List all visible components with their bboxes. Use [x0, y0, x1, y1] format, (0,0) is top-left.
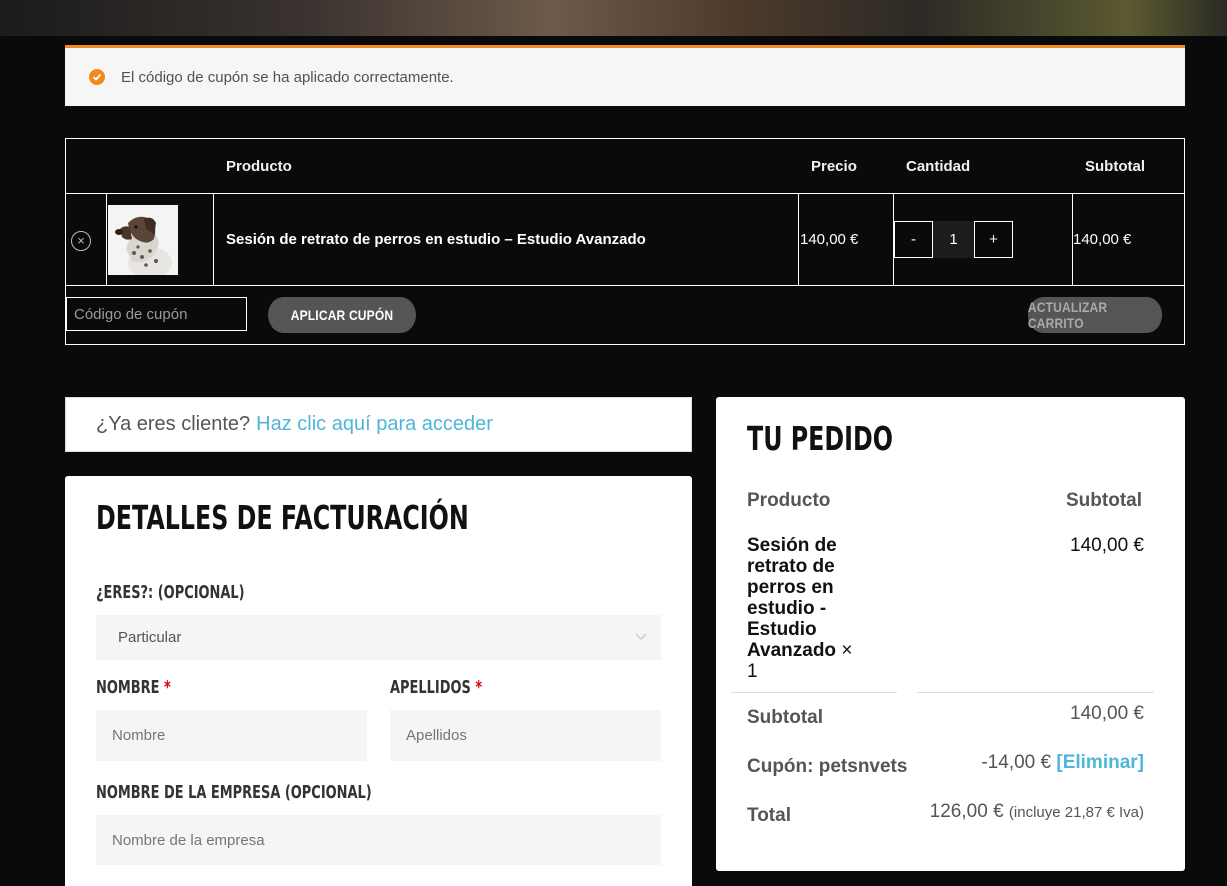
first-name-label-text: NOMBRE: [96, 677, 160, 698]
returning-customer-notice: ¿Ya eres cliente? Haz clic aquí para acc…: [65, 397, 692, 452]
company-label: NOMBRE DE LA EMPRESA (OPCIONAL): [96, 782, 372, 803]
customer-type-select[interactable]: Particular: [96, 615, 661, 660]
header-quantity: Cantidad: [906, 158, 971, 175]
divider: [917, 692, 1154, 693]
order-subtotal-label: Subtotal: [747, 707, 823, 728]
success-notice: El código de cupón se ha aplicado correc…: [65, 45, 1185, 106]
billing-title: DETALLES DE FACTURACIÓN: [96, 498, 469, 537]
cell-divider: [213, 194, 214, 285]
order-review-panel: TU PEDIDO Producto Subtotal Sesión de re…: [716, 397, 1185, 871]
hero-banner-strip: [0, 0, 1227, 36]
cart-table: Producto Precio Cantidad Subtotal × Sesi…: [65, 138, 1185, 345]
order-total-label: Total: [747, 805, 791, 826]
cart-item-row: × Sesión de retrato de perros en estudio…: [66, 194, 1184, 286]
order-subtotal-value: 140,00 €: [1070, 703, 1144, 724]
quantity-input[interactable]: 1: [933, 221, 974, 258]
order-col-subtotal: Subtotal: [1066, 490, 1142, 511]
order-col-product: Producto: [747, 490, 831, 511]
check-circle-icon: [89, 69, 105, 85]
quantity-stepper: - 1 +: [894, 221, 1013, 258]
total-amount: 126,00 €: [929, 801, 1004, 822]
order-title: TU PEDIDO: [747, 419, 893, 458]
customer-type-value: Particular: [118, 629, 182, 646]
cell-divider: [798, 194, 799, 285]
first-name-label: NOMBRE *: [96, 677, 171, 698]
required-mark: *: [475, 677, 483, 698]
remove-coupon-link[interactable]: [Eliminar]: [1056, 752, 1144, 773]
order-item-title: Sesión de retrato de perros en estudio -…: [747, 535, 837, 661]
tax-note: (incluye 21,87 € Iva): [1008, 804, 1144, 821]
billing-details-panel: DETALLES DE FACTURACIÓN ¿ERES?: (OPCIONA…: [65, 476, 692, 886]
order-total-value: 126,00 € (incluye 21,87 € Iva): [930, 801, 1144, 823]
notice-message: El código de cupón se ha aplicado correc…: [121, 68, 454, 86]
product-subtotal: 140,00 €: [1073, 231, 1132, 248]
last-name-label-text: APELLIDOS: [390, 677, 471, 698]
login-link[interactable]: Haz clic aquí para acceder: [256, 413, 493, 436]
required-mark: *: [163, 677, 171, 698]
header-subtotal: Subtotal: [1085, 158, 1145, 175]
quantity-increase-button[interactable]: +: [974, 221, 1013, 258]
coupon-discount: -14,00 €: [981, 752, 1052, 773]
first-name-field[interactable]: [96, 710, 367, 761]
order-item-name: Sesión de retrato de perros en estudio -…: [747, 535, 867, 682]
header-product: Producto: [226, 158, 292, 175]
product-price: 140,00 €: [800, 231, 859, 248]
login-prompt: ¿Ya eres cliente?: [96, 413, 251, 435]
cell-divider: [106, 194, 107, 285]
product-name-link[interactable]: Sesión de retrato de perros en estudio –…: [226, 231, 646, 248]
company-field[interactable]: [96, 815, 661, 865]
last-name-field[interactable]: [390, 710, 661, 761]
order-item-price: 140,00 €: [1070, 535, 1144, 556]
chevron-down-icon: [635, 629, 647, 644]
order-coupon-value: -14,00 € [Eliminar]: [981, 752, 1144, 774]
coupon-code-input[interactable]: [66, 297, 247, 331]
cart-table-header: Producto Precio Cantidad Subtotal: [66, 139, 1184, 194]
customer-type-label: ¿ERES?: (OPCIONAL): [96, 582, 245, 603]
remove-item-icon[interactable]: ×: [71, 231, 91, 251]
apply-coupon-button[interactable]: APLICAR CUPÓN: [268, 297, 416, 333]
divider: [731, 692, 897, 693]
quantity-decrease-button[interactable]: -: [894, 221, 933, 258]
last-name-label: APELLIDOS *: [390, 677, 482, 698]
update-cart-button[interactable]: ACTUALIZAR CARRITO: [1027, 297, 1163, 333]
order-coupon-label: Cupón: petsnvets: [747, 756, 908, 777]
header-price: Precio: [811, 158, 857, 175]
product-thumbnail[interactable]: [108, 205, 178, 275]
